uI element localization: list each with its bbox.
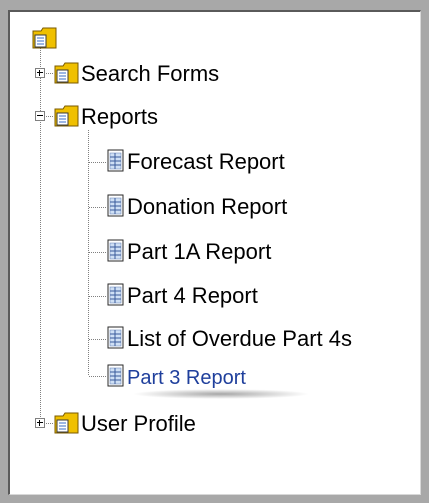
tree-item-forecast-report[interactable]: Forecast Report: [127, 149, 285, 175]
tree-item-donation-report[interactable]: Donation Report: [127, 194, 287, 220]
tree-connector: [89, 207, 107, 208]
tree-item-part-1a-report[interactable]: Part 1A Report: [127, 239, 271, 265]
folder-doc-icon[interactable]: [54, 411, 80, 435]
tree-connector: [89, 252, 107, 253]
report-document-icon[interactable]: [107, 149, 125, 173]
tree-connector: [46, 423, 54, 424]
folder-doc-icon[interactable]: [54, 104, 80, 128]
report-document-icon[interactable]: [107, 326, 125, 350]
expand-toggle-search-forms[interactable]: [35, 68, 45, 78]
tree-connector: [89, 162, 107, 163]
folder-doc-icon[interactable]: [54, 61, 80, 85]
tree-item-user-profile[interactable]: User Profile: [81, 411, 196, 437]
tree-item-list-of-overdue-part-4s[interactable]: List of Overdue Part 4s: [127, 326, 352, 352]
report-document-icon[interactable]: [107, 283, 125, 307]
report-document-icon[interactable]: [107, 239, 125, 263]
tree-connector: [89, 376, 107, 377]
tree-connector: [46, 116, 54, 117]
tree-connector: [46, 73, 54, 74]
tree-item-part-3-report[interactable]: Part 3 Report: [127, 365, 246, 391]
tree-connector: [89, 339, 107, 340]
tree-connector: [40, 48, 41, 418]
tree-connector: [89, 296, 107, 297]
expand-toggle-user-profile[interactable]: [35, 418, 45, 428]
report-document-icon[interactable]: [107, 194, 125, 218]
tree-item-part-4-report[interactable]: Part 4 Report: [127, 283, 258, 309]
collapse-toggle-reports[interactable]: [35, 111, 45, 121]
tree-item-reports[interactable]: Reports: [81, 104, 158, 130]
report-document-icon[interactable]: [107, 364, 125, 388]
folder-doc-icon[interactable]: [32, 26, 58, 50]
tree-item-search-forms[interactable]: Search Forms: [81, 61, 219, 87]
